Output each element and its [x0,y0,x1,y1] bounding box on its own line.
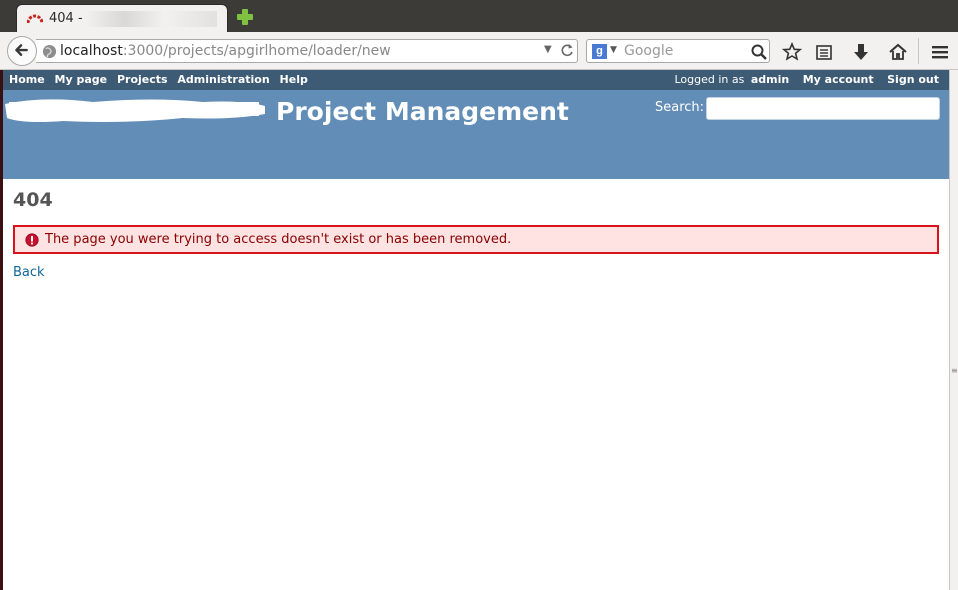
top-menu-projects[interactable]: Projects [117,73,168,86]
reload-icon[interactable] [560,43,574,59]
search-engine-dropdown-icon[interactable]: ▼ [610,45,617,55]
back-button[interactable] [7,36,37,66]
top-menu-home[interactable]: Home [9,73,45,86]
redacted-site-name [5,99,265,122]
back-link[interactable]: Back [13,265,45,280]
download-icon[interactable] [851,42,871,62]
redmine-favicon-icon [27,14,43,24]
hamburger-menu-icon[interactable] [930,42,950,62]
search-engine-placeholder: Google [624,43,674,59]
tab-title: 404 - [49,11,83,26]
globe-icon [42,44,57,59]
error-message: The page you were trying to access doesn… [45,232,512,247]
logged-in-label: Logged in as [674,73,745,86]
account-menu: Logged in as admin My account Sign out [674,73,939,86]
scrollbar[interactable]: ≡ [949,70,958,590]
new-tab-plus-icon[interactable] [236,8,254,26]
sign-out-link[interactable]: Sign out [887,73,939,86]
top-menu-links: Home My page Projects Administration Hel… [9,73,314,86]
page-title: 404 [13,189,53,211]
top-menu-help[interactable]: Help [280,73,308,86]
bookmarks-list-icon[interactable] [814,42,834,62]
top-menu-my-page[interactable]: My page [55,73,108,86]
browser-tab[interactable]: 404 - [16,4,228,32]
url-dropdown-icon[interactable]: ▼ [544,44,552,55]
top-menu: Home My page Projects Administration Hel… [3,70,949,90]
redacted-tab-title [85,11,217,27]
web-page: Home My page Projects Administration Hel… [3,70,949,590]
exclamation-icon [25,233,39,247]
arrow-left-icon [15,44,28,56]
url-bar[interactable]: localhost:3000/projects/apgirlhome/loade… [36,39,578,63]
bookmark-star-icon[interactable] [782,42,802,62]
browser-tab-bar: 404 - [0,0,958,32]
browser-nav-bar: localhost:3000/projects/apgirlhome/loade… [0,32,958,70]
search-input[interactable] [706,97,940,120]
logged-in-user[interactable]: admin [751,73,789,86]
page-header: Project Management Search: [3,90,949,179]
scroll-grip-icon: ≡ [951,366,958,375]
home-icon[interactable] [888,42,908,62]
google-icon: g [592,44,607,59]
project-title: Project Management [276,97,569,126]
main-content: 404 The page you were trying to access d… [3,179,949,590]
error-flash: The page you were trying to access doesn… [13,225,939,254]
url-text: localhost:3000/projects/apgirlhome/loade… [60,43,391,59]
web-search-bar[interactable]: g ▼ Google [586,39,770,63]
my-account-link[interactable]: My account [803,73,874,86]
toolbar-separator [918,38,919,64]
top-menu-administration[interactable]: Administration [177,73,269,86]
search-label: Search: [655,100,705,115]
search-icon[interactable] [751,44,767,60]
